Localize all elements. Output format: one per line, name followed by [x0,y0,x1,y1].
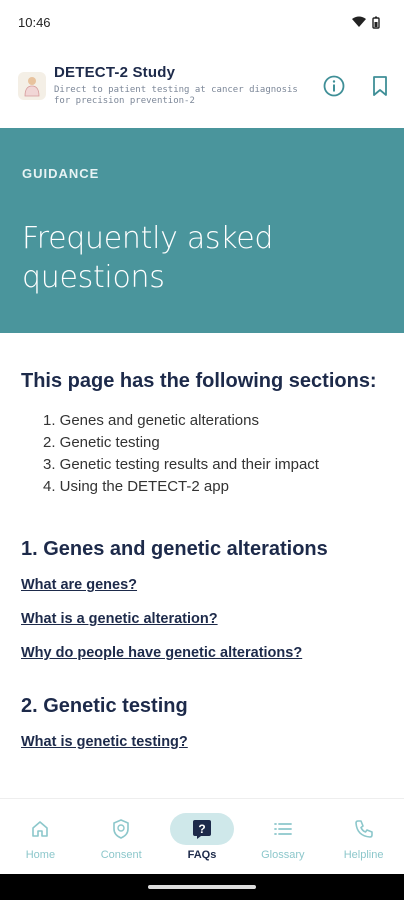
faq-link-why-alterations[interactable]: Why do people have genetic alterations? [21,645,384,661]
study-logo [18,72,46,100]
nav-label: Consent [100,849,142,861]
svg-text:?: ? [198,822,205,836]
gesture-bar-area [0,874,404,900]
nav-item-helpline[interactable]: Helpline [329,813,399,861]
faq-link-what-are-genes[interactable]: What are genes? [21,577,384,593]
bookmark-icon [373,76,387,96]
nav-item-faqs[interactable]: ? FAQs [167,813,237,861]
gesture-handle[interactable] [148,885,256,889]
nav-label: FAQs [187,849,217,861]
faq-content[interactable]: This page has the following sections: 1.… [0,333,404,798]
status-icons [352,16,380,29]
faq-link-genetic-alteration[interactable]: What is a genetic alteration? [21,611,384,627]
section-list-item: 3. Genetic testing results and their imp… [43,456,319,473]
status-time: 10:46 [18,14,51,30]
bottom-navigation: Home Consent ? FAQs Glossary Helpline [0,798,404,874]
bookmark-button[interactable] [366,72,394,100]
home-icon [32,821,49,837]
page-title: Frequently asked questions [22,221,274,295]
wifi-icon [352,16,366,27]
app-title: DETECT-2 Study [54,64,176,81]
status-bar: 10:46 [0,0,404,44]
section-list-item: 1. Genes and genetic alterations [43,412,259,429]
person-icon [24,77,40,97]
nav-item-glossary[interactable]: Glossary [248,813,318,861]
hero-banner: GUIDANCE Frequently asked questions [0,128,404,333]
app-subtitle: Direct to patient testing at cancer diag… [54,84,298,106]
nav-label: Glossary [261,849,305,861]
nav-label: Helpline [343,849,384,861]
battery-icon [372,16,380,29]
section-list-item: 2. Genetic testing [43,434,160,451]
list-icon [273,823,292,835]
section-heading-testing: 2. Genetic testing [21,695,188,717]
intro-heading: This page has the following sections: [21,370,377,392]
info-button[interactable] [320,72,348,100]
info-icon [323,75,345,97]
app-bar: DETECT-2 Study Direct to patient testing… [0,44,404,128]
hero-eyebrow: GUIDANCE [22,166,100,181]
nav-item-consent[interactable]: Consent [86,813,156,861]
section-heading-genes: 1. Genes and genetic alterations [21,538,328,560]
nav-label: Home [25,849,56,861]
nav-item-home[interactable]: Home [5,813,75,861]
phone-icon [354,820,373,838]
section-list-item: 4. Using the DETECT-2 app [43,478,229,495]
shield-icon [113,819,129,839]
faq-link-what-is-testing[interactable]: What is genetic testing? [21,734,384,750]
section-list: 1. Genes and genetic alterations 2. Gene… [43,410,384,498]
question-icon: ? [192,820,211,839]
